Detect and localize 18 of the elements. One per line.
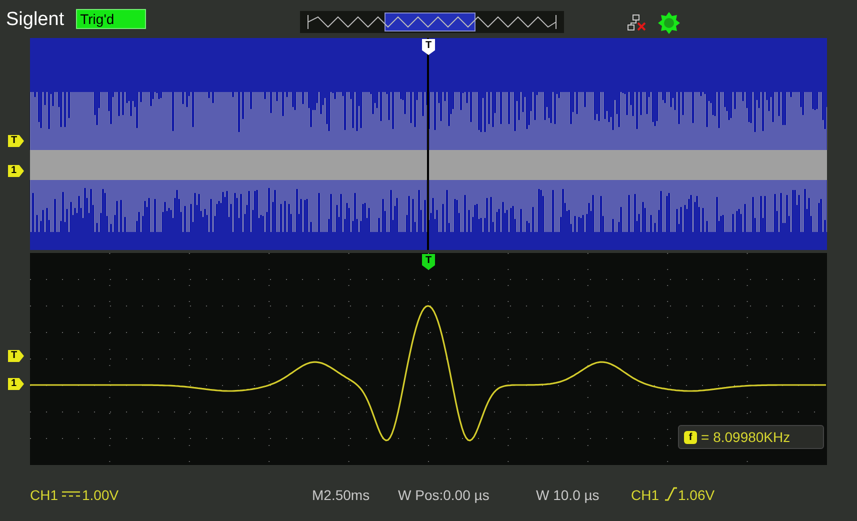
frequency-icon: f (684, 430, 697, 444)
window-scale-value: W 10.0 µs (536, 486, 600, 505)
trigger-level: 1.06V (678, 486, 715, 505)
brand-label: Siglent (6, 10, 64, 28)
level-marker: T (8, 135, 24, 147)
trigger-source: CH1 (631, 486, 660, 505)
dc-coupling-icon (62, 491, 80, 497)
level-marker: 1 (8, 165, 24, 177)
timebase-value: M2.50ms (312, 486, 370, 505)
channel-label: CH1 (30, 486, 58, 505)
volts-per-division: 1.00V (82, 486, 119, 505)
trigger-status-badge: Trig'd (76, 9, 146, 29)
frequency-value: = 8.09980KHz (701, 428, 790, 446)
window-position-value: W Pos:0.00 µs (398, 486, 490, 505)
rising-edge-icon (665, 487, 677, 501)
network-disconnected-icon (627, 14, 647, 32)
level-marker: T (8, 350, 24, 362)
level-marker: 1 (8, 378, 24, 390)
